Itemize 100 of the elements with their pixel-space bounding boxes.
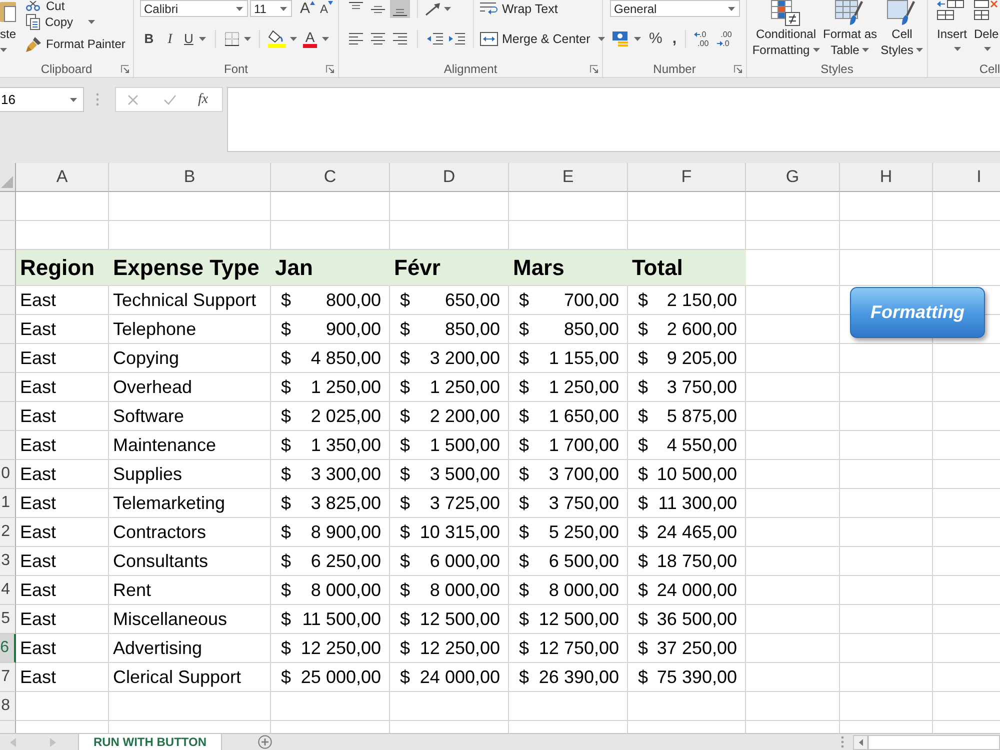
- amount-cell: $ 650,00: [390, 286, 509, 315]
- amount-cell: $ 3 700,00: [509, 460, 628, 489]
- row-header[interactable]: [0, 315, 16, 344]
- amount-cell: $ 3 725,00: [390, 489, 509, 518]
- dialog-launcher-icon[interactable]: [326, 65, 334, 74]
- amount-cell: $ 10 315,00: [390, 518, 509, 547]
- scissors-icon: [26, 0, 40, 10]
- amount-cell: $ 8 000,00: [390, 576, 509, 605]
- row-header[interactable]: [0, 402, 16, 431]
- grow-font-button[interactable]: A: [300, 0, 316, 17]
- amount-cell: $ 12 250,00: [390, 634, 509, 663]
- bold-button[interactable]: B: [142, 29, 156, 49]
- column-header[interactable]: H: [840, 163, 933, 192]
- percent-button[interactable]: %: [649, 28, 662, 50]
- right-arrow-icon: [716, 41, 723, 46]
- horizontal-scrollbar[interactable]: [868, 734, 1000, 750]
- column-header[interactable]: B: [109, 163, 271, 192]
- amount-cell: $ 1 250,00: [271, 373, 390, 402]
- header-cell: Total: [628, 250, 746, 286]
- indent-right-icon: [449, 33, 465, 45]
- row-header[interactable]: [0, 221, 16, 250]
- row-header[interactable]: 0: [0, 460, 16, 489]
- font-color-button[interactable]: A: [303, 30, 329, 48]
- format-as-table-button[interactable]: Format as Table: [821, 0, 879, 62]
- insert-button[interactable]: Insert: [934, 0, 970, 62]
- group-label: Number: [653, 63, 696, 76]
- column-header[interactable]: G: [746, 163, 840, 192]
- borders-button[interactable]: [225, 32, 252, 46]
- row-header[interactable]: 6: [0, 634, 16, 663]
- insert-function-button[interactable]: fx: [198, 89, 208, 110]
- row-header[interactable]: [0, 192, 16, 221]
- cell-styles-button[interactable]: Cell Styles: [879, 0, 925, 62]
- caret-icon: [916, 48, 924, 52]
- comma-style-button[interactable]: ,: [672, 28, 677, 50]
- formula-input-field[interactable]: [227, 87, 1000, 152]
- expense-type-cell: Overhead: [109, 373, 271, 402]
- header-cell: Expense Type: [109, 250, 271, 286]
- column-header[interactable]: A: [16, 163, 109, 192]
- row-header[interactable]: 8: [0, 692, 16, 721]
- font-name-field[interactable]: Calibri: [140, 0, 248, 17]
- shrink-font-button[interactable]: A: [320, 0, 334, 17]
- orientation-button[interactable]: [425, 2, 451, 16]
- expense-type-cell: Contractors: [109, 518, 271, 547]
- region-cell: East: [16, 286, 109, 315]
- row-header[interactable]: [0, 250, 16, 286]
- increase-decimal-button[interactable]: .0 .00: [694, 30, 709, 48]
- format-painter-button[interactable]: Format Painter: [26, 35, 126, 53]
- close-icon[interactable]: [128, 94, 138, 104]
- row-header[interactable]: 1: [0, 489, 16, 518]
- left-arrow-icon: [858, 738, 862, 746]
- row-header[interactable]: [0, 373, 16, 402]
- amount-cell: $ 8 000,00: [271, 576, 390, 605]
- column-header[interactable]: F: [628, 163, 746, 192]
- copy-icon: [26, 14, 40, 30]
- row-header[interactable]: [0, 344, 16, 373]
- row-header[interactable]: 4: [0, 576, 16, 605]
- merge-center-button[interactable]: Merge & Center: [480, 30, 606, 48]
- check-icon[interactable]: [164, 94, 176, 104]
- fill-color-button[interactable]: [268, 30, 298, 48]
- row-header[interactable]: [0, 286, 16, 315]
- region-cell: East: [16, 576, 109, 605]
- conditional-formatting-button[interactable]: Conditional Formatting: [751, 0, 821, 62]
- cut-button[interactable]: Cut: [26, 0, 126, 11]
- expense-type-cell: Rent: [109, 576, 271, 605]
- copy-button[interactable]: Copy: [26, 13, 126, 31]
- align-right-icon: [393, 33, 407, 45]
- scroll-left-button[interactable]: [853, 734, 868, 750]
- row-header[interactable]: 3: [0, 547, 16, 576]
- column-header[interactable]: E: [509, 163, 628, 192]
- column-header[interactable]: I: [933, 163, 1000, 192]
- double-arrow-box-icon: [480, 32, 498, 46]
- add-icon[interactable]: [258, 735, 272, 749]
- number-format-field[interactable]: General: [610, 0, 740, 17]
- font-size-field[interactable]: 11: [250, 0, 292, 17]
- sheet-tab[interactable]: RUN WITH BUTTON: [78, 734, 222, 750]
- accounting-format-button[interactable]: [612, 31, 641, 47]
- decrease-decimal-button[interactable]: .00 .0: [716, 30, 732, 48]
- amount-cell: $ 1 350,00: [271, 431, 390, 460]
- amount-cell: $ 1 250,00: [509, 373, 628, 402]
- cell-brush-icon: [887, 0, 917, 26]
- row-header[interactable]: 2: [0, 518, 16, 547]
- dialog-launcher-icon[interactable]: [734, 65, 742, 74]
- underline-button[interactable]: U: [184, 29, 206, 49]
- delete-button[interactable]: Dele: [974, 0, 999, 62]
- up-triangle-icon: [310, 1, 316, 5]
- row-header[interactable]: [0, 431, 16, 460]
- column-header[interactable]: D: [390, 163, 509, 192]
- row-header[interactable]: 7: [0, 663, 16, 692]
- dialog-launcher-icon[interactable]: [590, 65, 598, 74]
- wrap-text-button[interactable]: Wrap Text: [480, 0, 606, 18]
- amount-cell: $ 12 250,00: [271, 634, 390, 663]
- paste-button[interactable]: ste: [0, 0, 18, 54]
- caret-icon: [728, 6, 735, 10]
- dialog-launcher-icon[interactable]: [121, 65, 129, 74]
- vertical-align-button[interactable]: [390, 0, 410, 18]
- amount-cell: $ 6 500,00: [509, 547, 628, 576]
- column-header[interactable]: C: [271, 163, 390, 192]
- row-header[interactable]: 5: [0, 605, 16, 634]
- name-box-field[interactable]: 16: [0, 87, 84, 112]
- italic-button[interactable]: I: [164, 28, 176, 50]
